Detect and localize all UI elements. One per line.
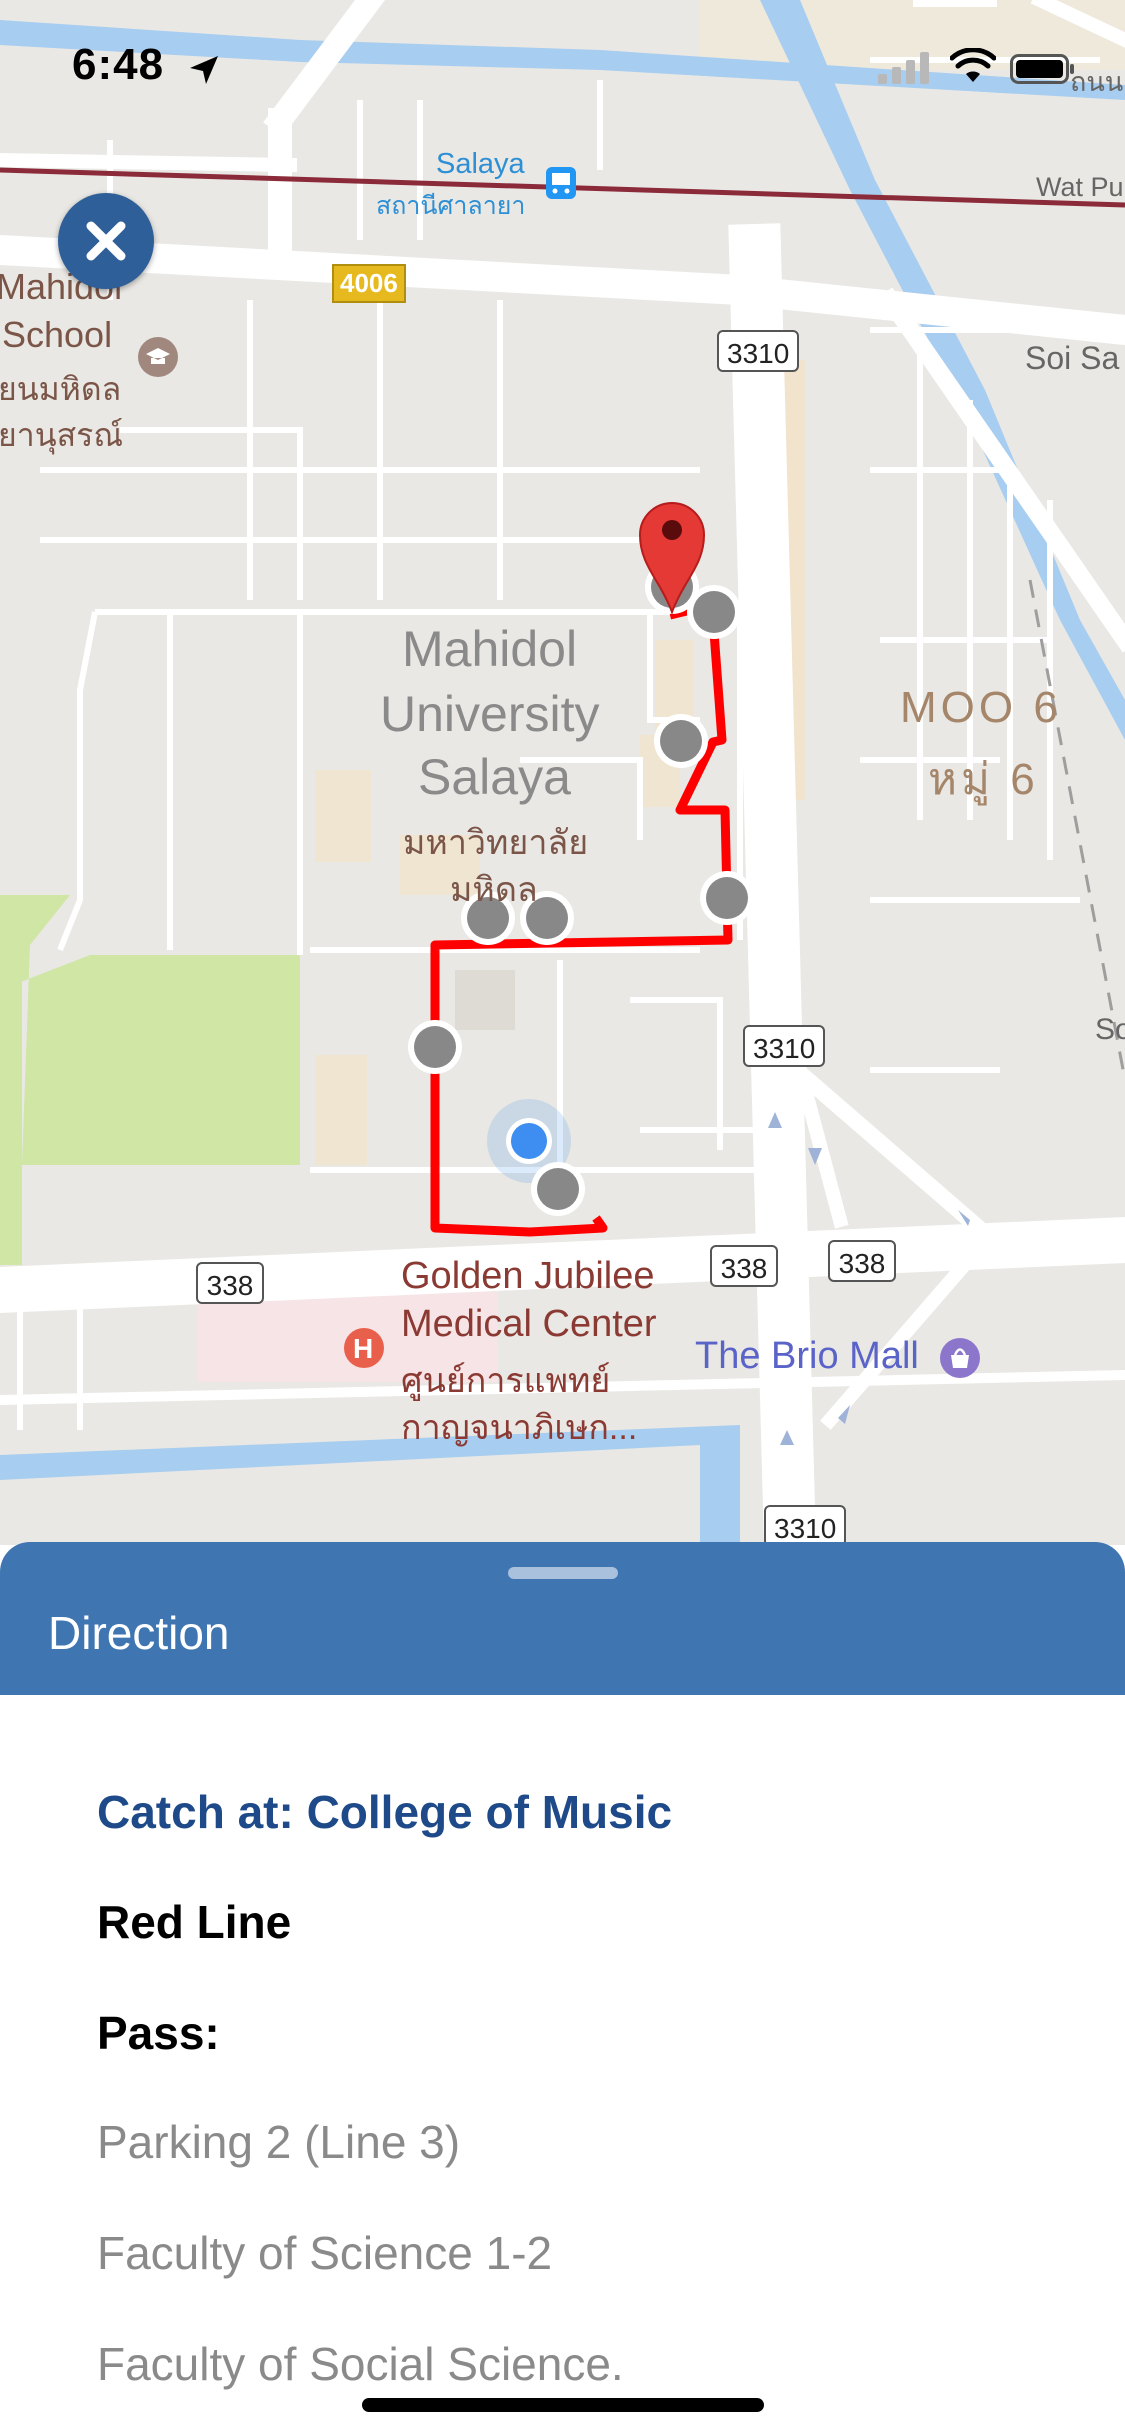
highway-badge-4006: 4006 xyxy=(332,264,406,303)
bus-stop-marker[interactable] xyxy=(654,714,708,768)
map-label-moo6: MOO 6 xyxy=(900,683,1062,732)
pass-label: Pass: xyxy=(97,2007,220,2059)
map-label-hospital-thai-2: กาญจนาภิเษก... xyxy=(401,1409,638,1447)
route-badge-338: 338 xyxy=(828,1240,896,1282)
map-label-school-2: School xyxy=(2,314,113,355)
map-label-school-4: ยานุสรณ์ xyxy=(0,417,123,453)
pass-stop-item: Parking 2 (Line 3) xyxy=(97,2116,461,2168)
map-label-so: So xyxy=(1095,1013,1125,1046)
map-label-hospital-thai-1: ศูนย์การแพทย์ xyxy=(401,1362,611,1400)
map-view[interactable]: Salaya สถานีศาลายา Wat Pu ถนน 4006 Mahid… xyxy=(0,0,1125,1545)
map-label-hospital-2: Medical Center xyxy=(401,1303,657,1345)
direction-sheet-body[interactable]: Catch at: College of Music Red Line Pass… xyxy=(0,1695,1125,2436)
sheet-grabber-handle[interactable] xyxy=(508,1567,618,1579)
map-label-salaya: Salaya xyxy=(436,148,525,180)
sheet-title: Direction xyxy=(48,1607,230,1659)
pass-stop-item: Faculty of Science 1-2 xyxy=(97,2227,553,2279)
cellular-signal-icon xyxy=(878,52,929,84)
close-button[interactable] xyxy=(58,193,154,289)
map-label-salaya-thai: สถานีศาลายา xyxy=(376,192,526,220)
map-label-mall: The Brio Mall xyxy=(695,1335,919,1377)
route-badge-3310: 3310 xyxy=(717,330,800,372)
status-bar: 6:48 xyxy=(0,0,1125,132)
close-icon xyxy=(86,221,126,261)
line-name-label: Red Line xyxy=(97,1896,292,1948)
route-badge-3310: 3310 xyxy=(764,1505,847,1545)
bus-stop-marker[interactable] xyxy=(700,871,754,925)
map-label-university-thai-2: มหิดล xyxy=(450,871,538,909)
bus-stop-marker[interactable] xyxy=(687,585,741,639)
pass-stop-item: Faculty of Social Science. xyxy=(97,2338,624,2390)
map-label-university-3: Salaya xyxy=(418,749,571,805)
map-label-soi-sa: Soi Sa xyxy=(1025,340,1120,376)
map-label-hospital-1: Golden Jubilee xyxy=(401,1255,655,1297)
catch-at-label: Catch at: College of Music xyxy=(97,1786,673,1838)
map-label-university-1: Mahidol xyxy=(402,621,578,677)
map-label-wat-pu: Wat Pu xyxy=(1036,172,1124,202)
direction-sheet-header[interactable]: Direction xyxy=(0,1542,1125,1695)
home-indicator[interactable] xyxy=(362,2398,764,2412)
map-label-moo6-thai: หมู่ 6 xyxy=(928,755,1039,804)
map-label-university-thai-1: มหาวิทยาลัย xyxy=(403,824,589,862)
train-station-icon xyxy=(546,167,576,199)
wifi-icon xyxy=(950,48,996,82)
user-location-dot xyxy=(511,1123,547,1159)
bus-stop-marker[interactable] xyxy=(408,1020,462,1074)
route-badge-338: 338 xyxy=(196,1262,264,1304)
bus-stop-marker[interactable] xyxy=(531,1162,585,1216)
route-badge-3310: 3310 xyxy=(743,1025,826,1067)
status-time: 6:48 xyxy=(72,40,165,89)
route-badge-338: 338 xyxy=(710,1245,778,1287)
school-icon xyxy=(138,337,178,377)
location-arrow-icon xyxy=(190,56,218,84)
hospital-glyph: H xyxy=(353,1333,374,1364)
map-label-university-2: University xyxy=(380,686,600,742)
map-label-school-3: ยนมหิดล xyxy=(0,371,122,407)
battery-icon xyxy=(1010,54,1074,84)
shopping-icon xyxy=(940,1338,980,1378)
